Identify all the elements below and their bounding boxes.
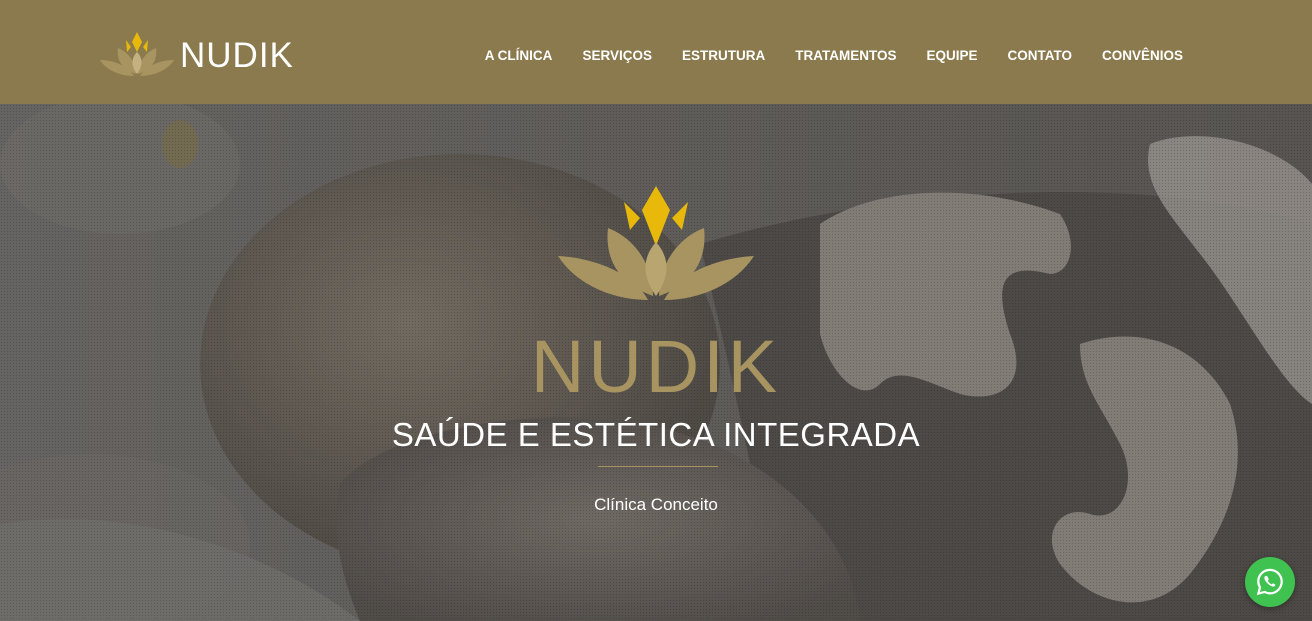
hero-section: NUDIK SAÚDE E ESTÉTICA INTEGRADA Clínica… <box>0 104 1312 621</box>
lotus-icon <box>100 32 174 76</box>
nav-item-convenios[interactable]: CONVÊNIOS <box>1102 48 1183 63</box>
main-nav: A CLÍNICA SERVIÇOS ESTRUTURA TRATAMENTOS… <box>455 48 1183 63</box>
nav-item-estrutura[interactable]: ESTRUTURA <box>682 48 765 63</box>
hero-content: NUDIK SAÚDE E ESTÉTICA INTEGRADA Clínica… <box>0 104 1312 621</box>
whatsapp-button[interactable] <box>1245 557 1295 607</box>
page: NUDIK A CLÍNICA SERVIÇOS ESTRUTURA TRATA… <box>0 0 1312 621</box>
hero-divider <box>598 466 718 467</box>
hero-tagline: SAÚDE E ESTÉTICA INTEGRADA <box>391 416 921 453</box>
hero-brand-name: NUDIK <box>530 325 782 408</box>
lotus-icon <box>558 186 754 300</box>
brand-name: NUDIK <box>180 35 294 75</box>
brand-logo-link[interactable]: NUDIK <box>98 30 294 80</box>
hero-subtitle: Clínica Conceito <box>594 495 718 514</box>
nav-item-contato[interactable]: CONTATO <box>1007 48 1072 63</box>
nav-item-equipe[interactable]: EQUIPE <box>926 48 977 63</box>
site-header: NUDIK A CLÍNICA SERVIÇOS ESTRUTURA TRATA… <box>0 0 1312 104</box>
nav-item-servicos[interactable]: SERVIÇOS <box>582 48 652 63</box>
nav-item-tratamentos[interactable]: TRATAMENTOS <box>795 48 896 63</box>
nav-item-a-clinica[interactable]: A CLÍNICA <box>485 48 553 63</box>
whatsapp-icon <box>1256 568 1283 596</box>
